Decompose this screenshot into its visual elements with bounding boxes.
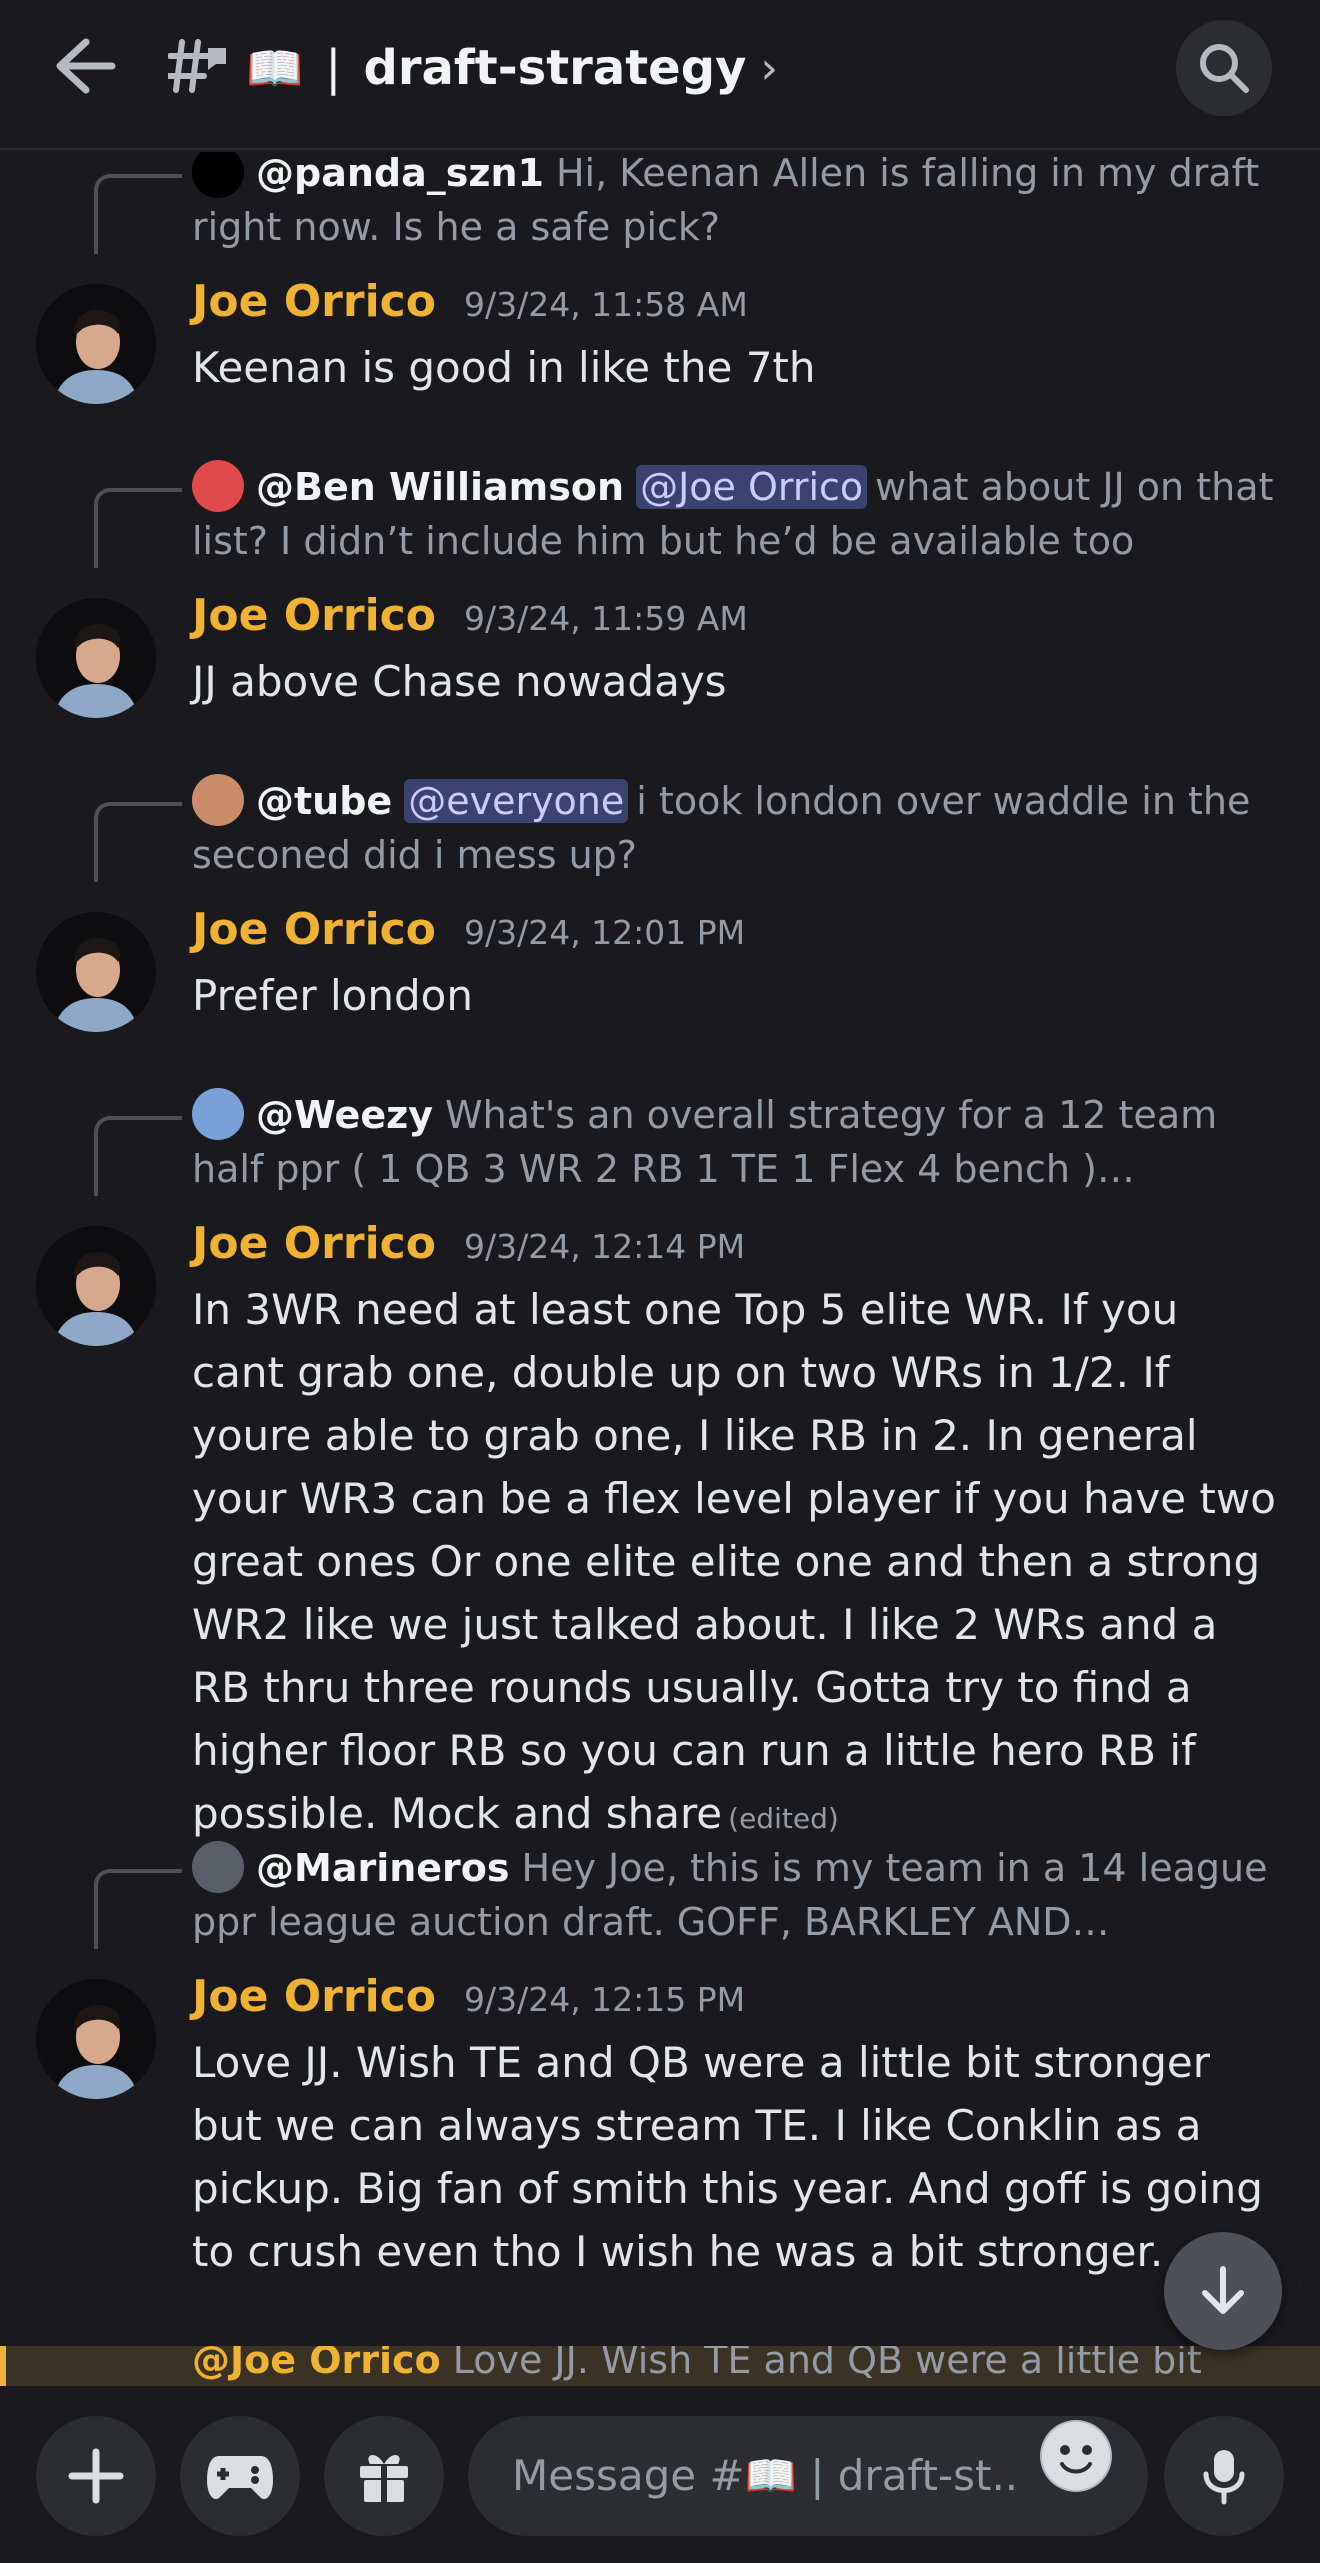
author-line: Joe Orrico 9/3/24, 12:01 PM bbox=[192, 904, 745, 964]
reply-avatar bbox=[192, 460, 244, 512]
gift-icon bbox=[360, 2454, 408, 2502]
timestamp: 9/3/24, 12:01 PM bbox=[463, 913, 746, 952]
gamepad-icon bbox=[207, 2456, 273, 2500]
author-line: Joe Orrico 9/3/24, 12:15 PM bbox=[192, 1971, 745, 2031]
reply-connector bbox=[94, 488, 182, 568]
emoji-icon bbox=[1042, 2422, 1110, 2490]
author-name[interactable]: Joe Orrico bbox=[192, 276, 436, 327]
mention-chip[interactable]: @Joe Orrico bbox=[636, 465, 868, 509]
message-text: In 3WR need at least one Top 5 elite WR.… bbox=[192, 1285, 1276, 1838]
chevron-right-icon: › bbox=[760, 42, 778, 94]
reply-avatar bbox=[192, 1088, 244, 1140]
timestamp: 9/3/24, 11:58 AM bbox=[463, 285, 748, 324]
reply-author: @Marineros bbox=[256, 1846, 510, 1890]
timestamp: 9/3/24, 12:15 PM bbox=[463, 1980, 746, 2019]
edited-label: (edited) bbox=[728, 1802, 839, 1835]
reply-connector bbox=[94, 1116, 182, 1196]
activities-button[interactable] bbox=[180, 2416, 300, 2536]
mention-highlight-row[interactable]: @Joe Orrico Love JJ. Wish TE and QB were … bbox=[0, 2346, 1320, 2386]
reply-preview[interactable]: @Weezy What's an overall strategy for a 1… bbox=[192, 1088, 1276, 1196]
author-line: Joe Orrico 9/3/24, 12:14 PM bbox=[192, 1218, 745, 1278]
reply-avatar bbox=[192, 152, 244, 198]
voice-message-button[interactable] bbox=[1164, 2416, 1284, 2536]
emoji-button[interactable] bbox=[1040, 2420, 1112, 2492]
reply-connector bbox=[94, 802, 182, 882]
channel-name: draft-strategy bbox=[363, 40, 747, 96]
avatar[interactable] bbox=[36, 912, 156, 1032]
message-composer: Message #📖 | draft-st.. bbox=[0, 2386, 1320, 2563]
author-name[interactable]: Joe Orrico bbox=[192, 1971, 436, 2022]
channel-header: 📖 | draft-strategy › bbox=[0, 0, 1320, 150]
jump-to-bottom-button[interactable] bbox=[1164, 2232, 1282, 2350]
message-list[interactable]: @panda_szn1 Hi, Keenan Allen is falling i… bbox=[0, 152, 1320, 2382]
avatar[interactable] bbox=[36, 1979, 156, 2099]
microphone-icon bbox=[1203, 2450, 1245, 2505]
avatar[interactable] bbox=[36, 1226, 156, 1346]
message-body: In 3WR need at least one Top 5 elite WR.… bbox=[192, 1278, 1276, 1850]
title-separator: | bbox=[325, 40, 342, 96]
reply-author: @panda_szn1 bbox=[256, 152, 544, 195]
author-line: Joe Orrico 9/3/24, 11:58 AM bbox=[192, 276, 748, 336]
reply-preview[interactable]: @panda_szn1 Hi, Keenan Allen is falling i… bbox=[192, 152, 1276, 254]
reply-author: @tube bbox=[256, 779, 393, 823]
avatar[interactable] bbox=[36, 598, 156, 718]
back-button[interactable] bbox=[50, 36, 120, 96]
author-name[interactable]: Joe Orrico bbox=[192, 904, 436, 955]
reply-preview: @Joe Orrico Love JJ. Wish TE and QB were … bbox=[192, 2346, 1202, 2382]
reply-text: Love JJ. Wish TE and QB were a little bi… bbox=[452, 2346, 1202, 2382]
search-button[interactable] bbox=[1176, 20, 1272, 116]
reply-author: @Weezy bbox=[256, 1093, 433, 1137]
hash-thread-icon bbox=[165, 38, 228, 94]
gift-button[interactable] bbox=[324, 2416, 444, 2536]
discord-default-avatar bbox=[192, 1841, 244, 1893]
reply-preview[interactable]: @tube @everyone i took london over waddle … bbox=[192, 774, 1276, 882]
author-line: Joe Orrico 9/3/24, 11:59 AM bbox=[192, 590, 748, 650]
app: 📖 | draft-strategy › @panda_szn1 Hi, Keen… bbox=[0, 0, 1320, 2563]
timestamp: 9/3/24, 12:14 PM bbox=[463, 1227, 746, 1266]
plus-icon bbox=[68, 2448, 124, 2504]
author-name[interactable]: Joe Orrico bbox=[192, 1218, 436, 1269]
mention-chip[interactable]: @everyone bbox=[404, 779, 629, 823]
arrow-left-icon bbox=[56, 38, 116, 94]
message-body: Love JJ. Wish TE and QB were a little bi… bbox=[192, 2038, 1263, 2276]
channel-title[interactable]: 📖 | draft-strategy › bbox=[246, 30, 778, 106]
reply-preview[interactable]: @Ben Williamson @Joe Orrico what about JJ … bbox=[192, 460, 1276, 568]
reply-connector bbox=[94, 1869, 182, 1949]
avatar[interactable] bbox=[36, 284, 156, 404]
reply-author: @Joe Orrico bbox=[192, 2346, 441, 2382]
add-attachment-button[interactable] bbox=[36, 2416, 156, 2536]
arrow-down-icon bbox=[1202, 2266, 1244, 2314]
reply-connector bbox=[94, 174, 182, 254]
message-body: Keenan is good in like the 7th bbox=[192, 343, 816, 392]
book-emoji: 📖 bbox=[246, 40, 304, 95]
reply-author: @Ben Williamson bbox=[256, 465, 625, 509]
message-body: JJ above Chase nowadays bbox=[192, 657, 727, 706]
reply-preview[interactable]: @Marineros Hey Joe, this is my team in a … bbox=[192, 1841, 1276, 1949]
search-icon bbox=[1200, 44, 1249, 93]
timestamp: 9/3/24, 11:59 AM bbox=[463, 599, 748, 638]
author-name[interactable]: Joe Orrico bbox=[192, 590, 436, 641]
message-body: Prefer london bbox=[192, 971, 473, 1020]
reply-avatar bbox=[192, 774, 244, 826]
